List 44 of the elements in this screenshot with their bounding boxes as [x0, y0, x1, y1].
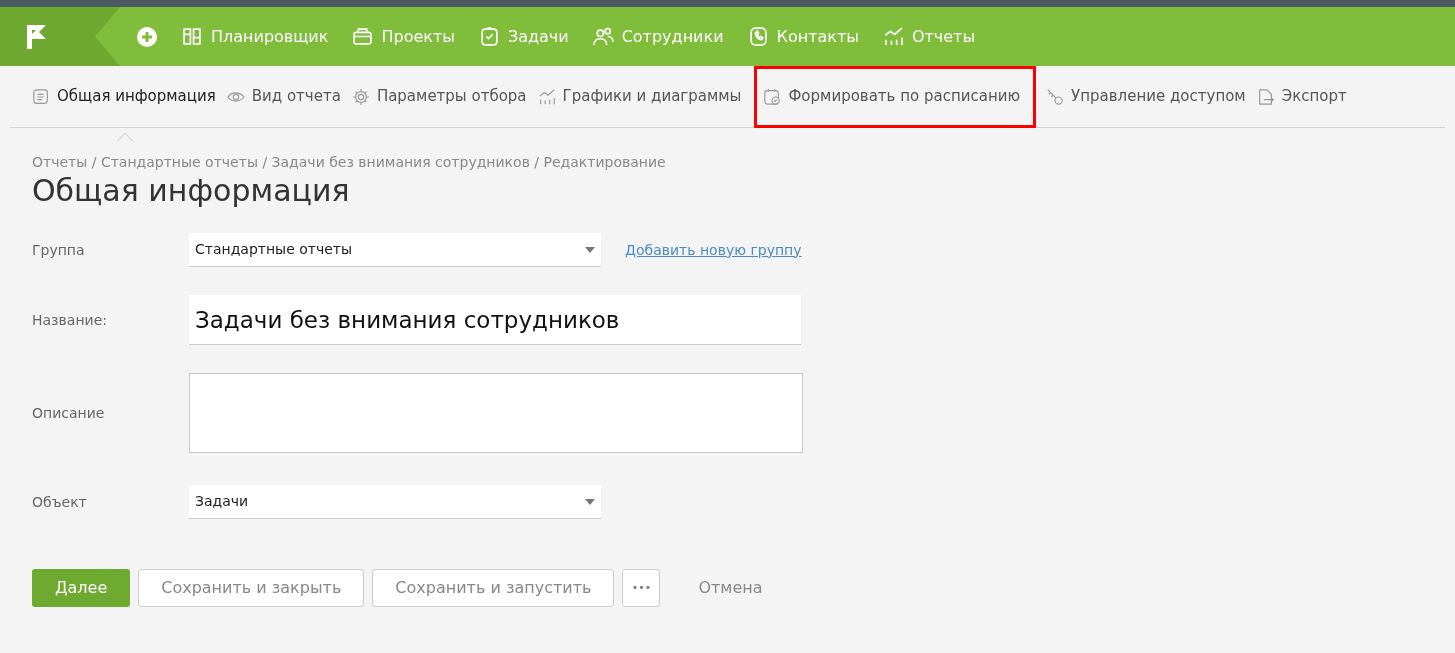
name-field[interactable]: Задачи без внимания сотрудников	[189, 295, 801, 345]
top-nav-link[interactable]: Отчеты	[911, 24, 976, 49]
caret-icon	[585, 246, 595, 253]
document-icon	[32, 87, 50, 106]
top-nav-link[interactable]: Планировщик	[211, 24, 329, 49]
page-heading: Общая информация	[32, 173, 351, 209]
people-icon	[592, 26, 614, 47]
document-arrow-icon	[1256, 87, 1275, 106]
chart-icon	[882, 26, 904, 47]
briefcase-icon	[352, 26, 374, 47]
add-group-link[interactable]: Добавить новую группу	[625, 239, 802, 261]
clipboard-check-icon	[478, 26, 500, 47]
save-button[interactable]: Сохранить и запустить	[372, 569, 615, 607]
more-button[interactable]: •••	[622, 569, 661, 607]
chart-icon	[537, 87, 556, 106]
select-field[interactable]: Стандартные отчеты	[189, 233, 601, 267]
top-nav-link[interactable]: Проекты	[381, 24, 455, 49]
select-field[interactable]: Задачи	[189, 485, 601, 519]
next-button[interactable]: Далее	[32, 569, 131, 607]
tab[interactable]: Графики и диаграммы	[555, 78, 749, 115]
tab[interactable]: Общая информация	[50, 78, 223, 115]
field-label: Название:	[32, 310, 108, 330]
gear-icon	[351, 87, 370, 106]
add-icon[interactable]	[136, 25, 158, 48]
tab[interactable]: Экспорт	[1274, 78, 1354, 115]
field-label: Объект	[32, 492, 88, 512]
phone-book-icon	[747, 26, 769, 47]
caret-icon	[585, 498, 595, 505]
breadcrumb: Отчеты / Стандартные отчеты / Задачи без внимания сотрудников / Редактирование	[32, 153, 667, 172]
calendar-clock-icon	[763, 87, 782, 106]
tab[interactable]: Параметры отбора	[369, 78, 534, 115]
key-icon	[1046, 87, 1065, 106]
cancel-link[interactable]: Отмена	[684, 576, 777, 600]
tab[interactable]: Формировать по расписанию	[781, 78, 1028, 115]
description-field[interactable]	[189, 373, 803, 453]
top-nav-link[interactable]: Контакты	[776, 24, 859, 49]
tab[interactable]: Управление доступом	[1064, 78, 1253, 115]
save-button[interactable]: Сохранить и закрыть	[138, 569, 365, 607]
top-nav-link[interactable]: Сотрудники	[621, 24, 724, 49]
field-label: Описание	[32, 403, 106, 423]
top-nav-link[interactable]: Задачи	[507, 24, 569, 49]
field-label: Группа	[32, 240, 86, 260]
planner-icon	[182, 26, 203, 47]
tab[interactable]: Вид отчета	[244, 78, 348, 115]
